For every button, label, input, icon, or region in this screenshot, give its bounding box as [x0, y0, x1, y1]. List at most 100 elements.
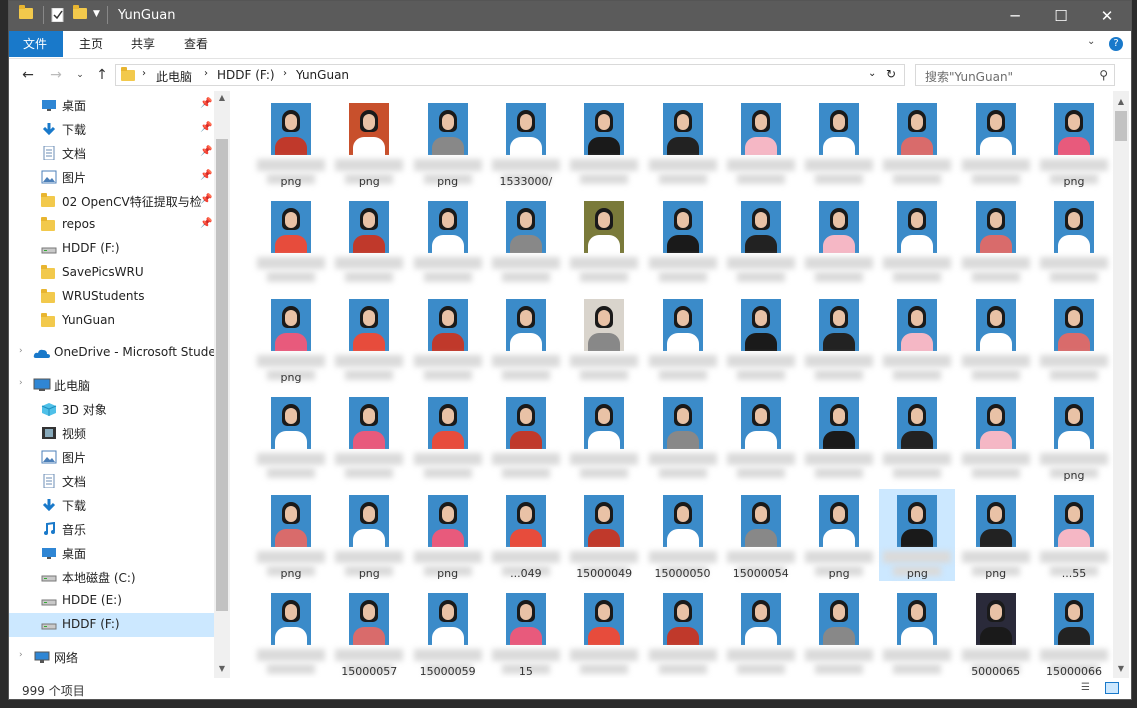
scroll-up-icon[interactable]: ▲ — [214, 91, 230, 105]
file-thumbnail[interactable] — [331, 293, 407, 385]
file-thumbnail[interactable]: 15000066 — [1036, 587, 1112, 678]
file-thumbnail[interactable] — [566, 293, 642, 385]
sidebar-item-pc-5[interactable]: 音乐 — [9, 517, 214, 541]
close-button[interactable]: ✕ — [1084, 1, 1130, 31]
back-button[interactable]: ← — [19, 66, 37, 84]
file-thumbnail[interactable]: png — [1036, 391, 1112, 483]
tab-view[interactable]: 查看 — [170, 31, 222, 57]
file-thumbnail[interactable] — [879, 391, 955, 483]
breadcrumb-chevron-icon[interactable]: › — [204, 68, 208, 79]
file-thumbnail[interactable]: 15000049 — [566, 489, 642, 581]
chevron-down-icon[interactable]: ▼ — [93, 9, 107, 23]
details-view-icon[interactable]: ☰ — [1081, 682, 1093, 694]
file-thumbnail[interactable] — [723, 587, 799, 678]
file-thumbnail[interactable]: 15000050 — [645, 489, 721, 581]
content-scrollbar[interactable]: ▲ ▼ — [1113, 91, 1129, 678]
file-thumbnail[interactable] — [723, 293, 799, 385]
file-thumbnail[interactable]: png — [253, 293, 329, 385]
file-thumbnail[interactable] — [958, 195, 1034, 287]
file-thumbnail[interactable] — [645, 195, 721, 287]
content-scroll-thumb[interactable] — [1115, 111, 1127, 141]
file-thumbnail[interactable] — [253, 587, 329, 678]
sidebar-item-network[interactable]: 网络 › — [9, 645, 214, 669]
expand-chevron-icon[interactable]: › — [19, 650, 23, 660]
file-thumbnail[interactable]: png — [801, 489, 877, 581]
tab-file[interactable]: 文件 — [9, 31, 63, 57]
up-button[interactable]: ↑ — [93, 66, 111, 84]
sidebar-item-this-pc[interactable]: 此电脑 › — [9, 373, 214, 397]
file-thumbnail[interactable]: 15000057 — [331, 587, 407, 678]
forward-button[interactable]: → — [47, 66, 65, 84]
file-thumbnail[interactable]: png — [958, 489, 1034, 581]
file-thumbnail[interactable] — [645, 97, 721, 189]
file-thumbnail[interactable] — [801, 195, 877, 287]
file-thumbnail[interactable] — [253, 391, 329, 483]
file-thumbnail[interactable] — [566, 97, 642, 189]
file-thumbnail[interactable] — [566, 195, 642, 287]
file-thumbnail[interactable] — [253, 195, 329, 287]
sidebar-item-pc-0[interactable]: 3D 对象 — [9, 397, 214, 421]
sidebar-item-onedrive[interactable]: OneDrive - Microsoft Stude › — [9, 341, 216, 365]
file-thumbnail[interactable] — [958, 391, 1034, 483]
expand-ribbon-icon[interactable]: ⌄ — [1087, 36, 1095, 47]
file-thumbnail[interactable] — [488, 293, 564, 385]
file-thumbnail[interactable] — [958, 97, 1034, 189]
file-thumbnail[interactable]: png — [879, 489, 956, 581]
file-thumbnail[interactable] — [410, 391, 486, 483]
sidebar-item-pc-1[interactable]: 视频 — [9, 421, 214, 445]
file-thumbnail[interactable] — [801, 293, 877, 385]
properties-icon[interactable] — [51, 7, 65, 23]
file-thumbnail[interactable] — [410, 293, 486, 385]
file-thumbnail[interactable] — [645, 391, 721, 483]
file-thumbnail[interactable] — [801, 391, 877, 483]
file-thumbnail[interactable] — [566, 391, 642, 483]
file-thumbnail[interactable]: png — [331, 489, 407, 581]
sidebar-item-pc-9[interactable]: HDDF (F:) — [9, 613, 214, 637]
scroll-down-icon[interactable]: ▼ — [1113, 662, 1129, 676]
file-thumbnail[interactable] — [723, 195, 799, 287]
file-thumbnail[interactable]: png — [1036, 97, 1112, 189]
sidebar-item-pc-7[interactable]: 本地磁盘 (C:) — [9, 565, 214, 589]
file-thumbnail[interactable]: png — [331, 97, 407, 189]
address-bar[interactable]: › 此电脑 › HDDF (F:) › YunGuan ⌄ ↻ — [115, 64, 905, 86]
sidebar-item-3[interactable]: 图片 📌 — [9, 165, 214, 189]
file-thumbnail[interactable] — [723, 97, 799, 189]
expand-chevron-icon[interactable]: › — [19, 346, 23, 356]
sidebar-item-pc-6[interactable]: 桌面 — [9, 541, 214, 565]
file-thumbnail[interactable] — [645, 587, 721, 678]
file-thumbnail[interactable]: png — [253, 489, 329, 581]
address-dropdown-icon[interactable]: ⌄ — [868, 68, 876, 79]
breadcrumb-chevron-icon[interactable]: › — [283, 68, 287, 79]
file-thumbnail[interactable]: ...049 — [488, 489, 564, 581]
maximize-button[interactable]: ☐ — [1038, 1, 1084, 31]
file-thumbnail[interactable]: 1533000/ — [488, 97, 564, 189]
file-thumbnail[interactable] — [879, 195, 955, 287]
file-thumbnail[interactable] — [645, 293, 721, 385]
file-thumbnail[interactable]: 15000059 — [410, 587, 486, 678]
sidebar-item-6[interactable]: HDDF (F:) — [9, 237, 214, 261]
tab-home[interactable]: 主页 — [65, 31, 117, 57]
scroll-down-icon[interactable]: ▼ — [214, 662, 230, 676]
file-thumbnail[interactable] — [566, 587, 642, 678]
file-thumbnail[interactable]: png — [410, 97, 486, 189]
file-thumbnail[interactable]: 5000065 — [958, 587, 1034, 678]
breadcrumb-this-pc[interactable]: 此电脑 — [156, 68, 192, 85]
sidebar-item-1[interactable]: 下载 📌 — [9, 117, 214, 141]
sidebar-item-pc-2[interactable]: 图片 — [9, 445, 214, 469]
search-input[interactable]: 搜索"YunGuan" ⚲ — [915, 64, 1115, 86]
sidebar-item-pc-3[interactable]: 文档 — [9, 469, 214, 493]
breadcrumb-chevron-icon[interactable]: › — [142, 68, 146, 79]
file-thumbnail[interactable] — [723, 391, 799, 483]
refresh-icon[interactable]: ↻ — [886, 67, 896, 81]
sidebar-item-pc-4[interactable]: 下载 — [9, 493, 214, 517]
breadcrumb-yunguan[interactable]: YunGuan — [296, 68, 349, 82]
file-thumbnail[interactable] — [488, 391, 564, 483]
file-thumbnail[interactable] — [410, 195, 486, 287]
sidebar-item-9[interactable]: YunGuan — [9, 309, 214, 333]
file-thumbnail[interactable]: png — [410, 489, 486, 581]
file-thumbnail[interactable] — [1036, 195, 1112, 287]
file-thumbnail[interactable] — [488, 195, 564, 287]
file-thumbnail[interactable] — [958, 293, 1034, 385]
tab-share[interactable]: 共享 — [117, 31, 169, 57]
file-thumbnail[interactable]: 15000054 — [723, 489, 799, 581]
